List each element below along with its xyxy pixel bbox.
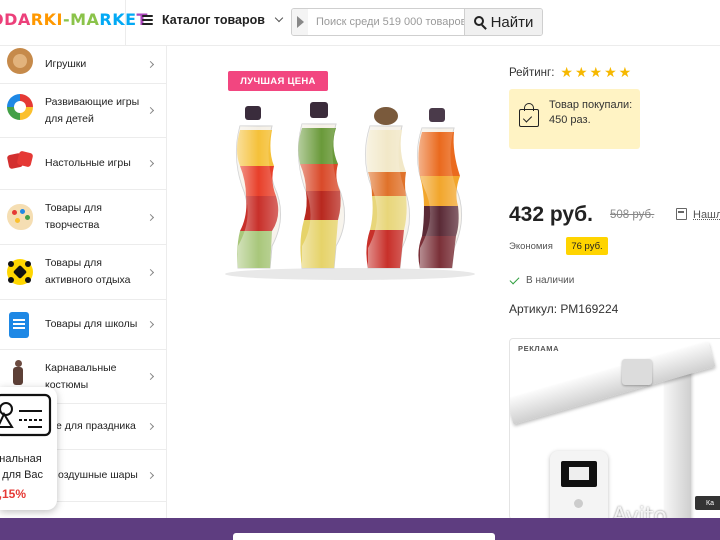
logo-part: RKI: [30, 10, 63, 29]
rating-stars[interactable]: ★ ★ ★ ★ ★: [560, 66, 631, 80]
chevron-right-icon: [146, 60, 155, 69]
current-price: 432 руб.: [509, 203, 593, 226]
chevron-right-icon: [146, 372, 155, 381]
rating: Рейтинг: ★ ★ ★ ★ ★: [509, 66, 631, 80]
ring-toy-icon: [7, 94, 33, 120]
ad-label: РЕКЛАМА: [518, 344, 560, 353]
sidebar-item-active-leisure[interactable]: Товары для активного отдыха: [0, 245, 167, 300]
sidebar-item-label: Игрушки: [45, 58, 87, 70]
ad-tag[interactable]: Ка: [695, 496, 720, 510]
search-button[interactable]: Найти: [464, 9, 542, 35]
soccer-ball-icon: [7, 259, 33, 285]
bottle: [417, 108, 462, 269]
sidebar-item-toys[interactable]: Игрушки: [0, 46, 167, 84]
bottle: [364, 107, 410, 269]
bottom-input-field[interactable]: [233, 533, 495, 540]
economy-label: Экономия: [509, 241, 553, 252]
chevron-right-icon: [146, 159, 155, 168]
curtain-rail-image: [665, 359, 691, 519]
best-price-badge: ЛУЧШАЯ ЦЕНА: [228, 71, 328, 91]
sidebar-item-label: Товары для школы: [45, 318, 138, 330]
palette-icon: [7, 204, 33, 230]
play-icon: [292, 9, 308, 35]
economy-value: 76 руб.: [566, 237, 608, 255]
sidebar-item-school[interactable]: Товары для школы: [0, 300, 167, 350]
search-button-label: Найти: [490, 13, 534, 31]
header: ODARKI-MARKET Каталог товаров Найти: [0, 0, 720, 46]
star-icon: ★: [618, 65, 632, 81]
calendar-icon: [676, 208, 687, 220]
logo-part: -MA: [62, 10, 100, 29]
chevron-right-icon: [146, 106, 155, 115]
chevron-down-icon: [274, 13, 284, 23]
check-icon: [509, 274, 520, 285]
stock-status: В наличии: [526, 275, 575, 286]
product-image[interactable]: [210, 96, 490, 286]
remote-control-image: [550, 451, 608, 519]
chevron-right-icon: [146, 320, 155, 329]
shopping-bag-check-icon: [519, 103, 539, 127]
search-icon: [473, 15, 487, 30]
sidebar-item-label: Товары для активного отдыха: [45, 257, 131, 286]
sidebar-item-label: е для праздника: [56, 420, 136, 432]
sidebar-item-label: Развивающие игры для детей: [45, 95, 140, 125]
purchase-count-text: Товар покупали: 450 раз.: [549, 99, 633, 126]
sidebar-item-label: Карнавальные костюмы: [45, 361, 117, 391]
search-bar: Найти: [291, 8, 543, 36]
chevron-right-icon: [146, 268, 155, 276]
sidebar-item-label: Товары для творчества: [45, 202, 102, 231]
costume-icon: [12, 360, 24, 386]
sidebar-item-educational-games[interactable]: Развивающие игры для детей: [0, 84, 167, 138]
purchase-count-box: Товар покупали: 450 раз.: [509, 89, 640, 149]
page: ODARKI-MARKET Каталог товаров Найти Игру…: [0, 0, 720, 540]
motor-image: [622, 359, 652, 385]
bottle: [298, 102, 346, 269]
rating-label: Рейтинг:: [509, 67, 555, 79]
sidebar-item-label: оздушные шары: [58, 469, 138, 481]
teddy-bear-icon: [7, 48, 33, 74]
product-sku: Артикул: РМ169224: [509, 302, 619, 316]
divider: [125, 0, 126, 46]
dice-icon: [7, 148, 33, 174]
chevron-right-icon: [146, 213, 155, 221]
promo-line: иональная: [0, 453, 42, 465]
star-icon: ★: [560, 65, 573, 81]
payment-terminal-icon: [0, 393, 52, 437]
star-icon: ★: [604, 65, 617, 81]
star-icon: ★: [574, 65, 588, 81]
sidebar-item-label: Настольные игры: [45, 157, 131, 169]
promo-line: ка для Вас: [0, 469, 44, 481]
old-price: 508 руб.: [610, 209, 655, 221]
menu-icon: [142, 15, 153, 25]
promo-rate: 9,15%: [0, 487, 27, 501]
sidebar-item-creativity[interactable]: Товары для творчества: [0, 190, 167, 245]
catalog-label: Каталог товаров: [162, 13, 265, 27]
logo-part: RKE: [99, 10, 137, 29]
bottle: [236, 106, 282, 269]
notebook-icon: [9, 312, 29, 338]
advertisement[interactable]: РЕКЛАМА Ка: [509, 338, 720, 520]
search-input[interactable]: [308, 9, 464, 35]
sidebar-item-board-games[interactable]: Настольные игры: [0, 138, 167, 190]
star-icon: ★: [589, 65, 603, 81]
installment-promo-card[interactable]: иональная ка для Вас 9,15%: [0, 387, 57, 510]
catalog-button[interactable]: Каталог товаров: [142, 13, 284, 27]
found-cheaper-link[interactable]: Нашли: [693, 209, 720, 221]
logo-part: ODA: [0, 10, 31, 29]
